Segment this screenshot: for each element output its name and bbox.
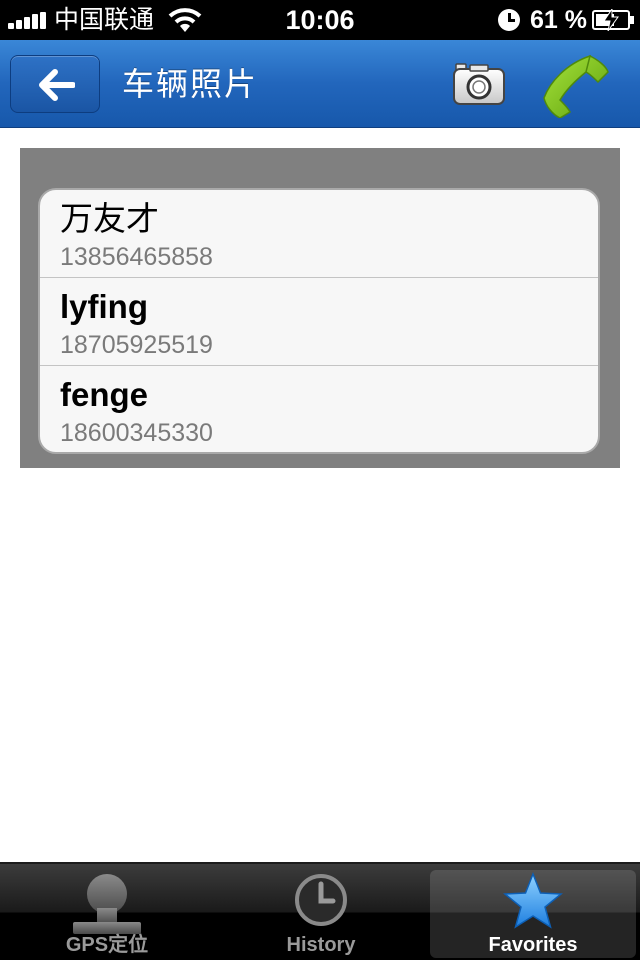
contact-name: 万友才 [60, 199, 159, 238]
clock-icon [295, 874, 347, 926]
camera-button[interactable] [452, 60, 506, 108]
person-pin-icon [73, 874, 141, 934]
contact-row[interactable]: 万友才 13856465858 [40, 190, 598, 278]
contact-phone: 13856465858 [60, 243, 213, 271]
battery-icon [592, 9, 634, 31]
battery-percent: 61 % [530, 6, 587, 34]
tab-gps[interactable]: GPS定位 [4, 870, 210, 958]
tab-bar: GPS定位 History Favorites [0, 862, 640, 960]
contact-list: 万友才 13856465858 lyfing 18705925519 fenge… [38, 188, 600, 454]
camera-icon [453, 63, 505, 105]
navigation-bar: 车辆照片 [0, 40, 640, 128]
tab-favorites[interactable]: Favorites [430, 870, 636, 958]
contact-phone: 18600345330 [60, 419, 213, 447]
call-button[interactable] [540, 52, 612, 119]
page-title: 车辆照片 [122, 65, 259, 103]
contact-phone: 18705925519 [60, 331, 213, 359]
contact-row[interactable]: lyfing 18705925519 [40, 278, 598, 366]
contact-panel: 万友才 13856465858 lyfing 18705925519 fenge… [20, 148, 620, 468]
tab-history[interactable]: History [218, 870, 424, 958]
contact-name: lyfing [60, 288, 148, 325]
tab-label: History [286, 934, 356, 956]
tab-label: GPS定位 [65, 934, 149, 956]
tab-label: Favorites [488, 934, 578, 956]
arrow-left-icon [39, 69, 75, 101]
status-bar: 中国联通 10:06 61 % [0, 0, 640, 40]
back-button[interactable] [10, 55, 100, 113]
phone-icon [543, 54, 609, 119]
contact-row[interactable]: fenge 18600345330 [40, 366, 598, 452]
alarm-icon [498, 9, 520, 31]
contact-name: fenge [60, 376, 149, 413]
star-icon [503, 872, 563, 929]
